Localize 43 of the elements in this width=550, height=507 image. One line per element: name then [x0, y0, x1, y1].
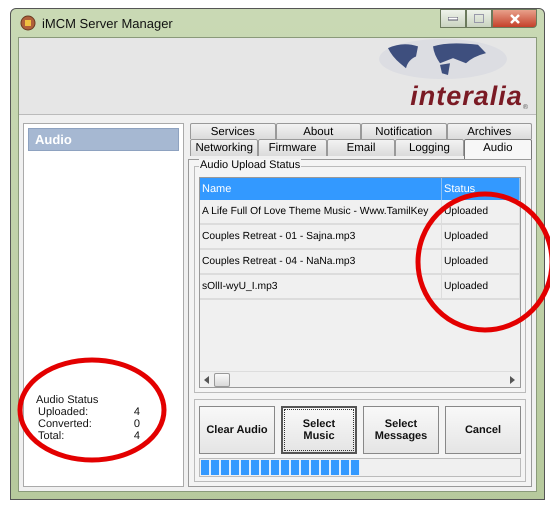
tab[interactable]: Email: [326, 139, 396, 156]
app-icon: [20, 15, 36, 31]
minimize-button[interactable]: [440, 9, 466, 28]
stat-label: Uploaded:: [38, 406, 90, 418]
tab[interactable]: Archives: [446, 123, 532, 139]
logo-text: interalia: [410, 81, 523, 111]
action-button[interactable]: Clear Audio: [199, 406, 275, 454]
table-cell: Couples Retreat - 01 - Sajna.mp3: [200, 225, 442, 248]
table-cell: Uploaded: [442, 225, 520, 248]
table-cell: Uploaded: [442, 275, 520, 298]
maximize-button[interactable]: [466, 9, 492, 28]
scroll-thumb[interactable]: [214, 372, 230, 386]
scroll-right-icon[interactable]: [510, 376, 516, 384]
action-button[interactable]: Cancel: [445, 406, 521, 454]
close-button[interactable]: [492, 9, 537, 28]
tab[interactable]: Audio: [464, 139, 532, 159]
tab[interactable]: Services: [190, 123, 276, 139]
tab[interactable]: Firmware: [258, 139, 327, 156]
tab[interactable]: Logging: [395, 139, 464, 156]
action-button[interactable]: Select Music: [281, 406, 357, 454]
scroll-left-icon[interactable]: [204, 376, 210, 384]
action-button[interactable]: Select Messages: [363, 406, 439, 454]
table-cell: Couples Retreat - 04 - NaNa.mp3: [200, 250, 442, 273]
sidebar-title: Audio: [28, 128, 179, 151]
stat-label: Converted:: [38, 418, 93, 430]
maximize-icon: [474, 14, 484, 23]
group-title: Audio Upload Status: [199, 159, 302, 171]
tab[interactable]: About: [276, 123, 361, 139]
tab[interactable]: Networking: [190, 139, 258, 156]
table-cell: Uploaded: [442, 200, 520, 223]
minimize-icon: [448, 16, 458, 20]
stat-value: 0: [132, 418, 140, 430]
table-cell: A Life Full Of Love Theme Music - Www.TamilKey: [200, 200, 442, 223]
status-title: Audio Status: [36, 394, 100, 406]
stat-label: Total:: [38, 430, 66, 442]
window-title: iMCM Server Manager: [42, 16, 173, 30]
close-icon: [508, 14, 520, 24]
horizontal-scrollbar[interactable]: [200, 371, 520, 387]
stat-value: 4: [132, 406, 140, 418]
table-cell: sOllI-wyU_I.mp3: [200, 275, 442, 298]
table-cell: Uploaded: [442, 250, 520, 273]
stat-value: 4: [132, 430, 140, 442]
tab[interactable]: Notification: [361, 123, 446, 139]
